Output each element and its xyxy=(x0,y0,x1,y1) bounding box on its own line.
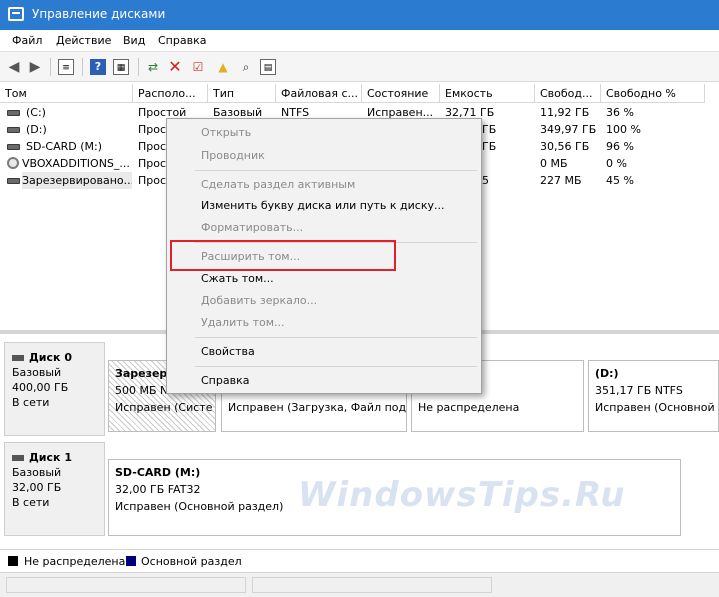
check-icon[interactable]: ☑ xyxy=(190,59,206,75)
watermark: WindowsTips.Ru xyxy=(298,475,626,515)
highlight-box xyxy=(170,240,396,271)
disk-0-header[interactable]: Диск 0 Базовый 400,00 ГБ В сети xyxy=(4,342,105,436)
table-cell-free-percent: 0 % xyxy=(606,157,627,170)
table-cell-free-percent: 96 % xyxy=(606,140,634,153)
table-cell-capacity: ГБ xyxy=(482,123,497,136)
connect-icon[interactable]: ⇄ xyxy=(145,59,161,75)
table-cell-capacity: 5 xyxy=(482,174,489,187)
table-cell-layout: Просто xyxy=(138,157,166,170)
partition-d[interactable]: (D:) 351,17 ГБ NTFS Исправен (Основной р xyxy=(588,360,719,432)
legend-swatch-unallocated xyxy=(8,556,18,566)
status-cell xyxy=(252,577,492,593)
table-cell-free: 11,92 ГБ xyxy=(540,106,590,119)
table-row-volume[interactable]: (C:) xyxy=(26,104,131,121)
table-cell-free-percent: 100 % xyxy=(606,123,641,136)
list-view-icon[interactable]: ≡ xyxy=(58,59,74,75)
partition-status: Не распределена xyxy=(418,401,520,414)
table-cell-layout: Просто xyxy=(138,123,166,136)
column-header-free[interactable]: Свобод... xyxy=(535,84,601,103)
ctx-delete-volume[interactable]: Удалить том... xyxy=(201,316,285,329)
disk-name: Диск 1 xyxy=(29,451,72,464)
disk-management-icon xyxy=(8,7,24,21)
partition-title: (D:) xyxy=(595,367,619,380)
table-cell-capacity: ГБ xyxy=(482,140,497,153)
table-cell-free-percent: 36 % xyxy=(606,106,634,119)
ctx-explorer[interactable]: Проводник xyxy=(201,149,265,162)
help-icon[interactable]: ? xyxy=(90,59,106,75)
delete-icon[interactable]: ✕ xyxy=(167,59,183,75)
column-header-filesystem[interactable]: Файловая с... xyxy=(276,84,362,103)
menu-action[interactable]: Действие xyxy=(56,34,111,47)
disk-size: 32,00 ГБ xyxy=(12,481,62,494)
ctx-mark-active[interactable]: Сделать раздел активным xyxy=(201,178,355,191)
partition-status: Исправен (Основной р xyxy=(595,401,719,414)
drive-icon xyxy=(7,144,20,150)
table-cell-layout: Просто xyxy=(138,140,166,153)
disk-state: В сети xyxy=(12,396,50,409)
table-cell-free: 30,56 ГБ xyxy=(540,140,590,153)
window-title: Управление дисками xyxy=(32,7,166,21)
ctx-format[interactable]: Форматировать... xyxy=(201,221,303,234)
table-row-volume[interactable]: SD-CARD (M:) xyxy=(26,138,131,155)
properties-icon[interactable]: ▦ xyxy=(113,59,129,75)
column-header-capacity[interactable]: Емкость xyxy=(440,84,535,103)
disk-1-header[interactable]: Диск 1 Базовый 32,00 ГБ В сети xyxy=(4,442,105,536)
disk-icon xyxy=(12,355,24,361)
drive-icon xyxy=(7,178,20,184)
cd-drive-icon xyxy=(7,157,19,169)
forward-arrow-icon[interactable]: ▶ xyxy=(27,59,43,75)
partition-size: 351,17 ГБ NTFS xyxy=(595,384,683,397)
table-row-volume[interactable]: Зарезервировано... xyxy=(22,172,132,189)
menu-bar: Файл Действие Вид Справка xyxy=(0,30,719,52)
back-arrow-icon[interactable]: ◀ xyxy=(6,59,22,75)
ctx-add-mirror[interactable]: Добавить зеркало... xyxy=(201,294,317,307)
table-cell-layout: Просто xyxy=(138,174,166,187)
search-icon[interactable]: ⌕ xyxy=(238,59,254,75)
table-row-volume[interactable]: (D:) xyxy=(26,121,131,138)
legend-label-primary: Основной раздел xyxy=(141,555,242,568)
disk-type: Базовый xyxy=(12,366,62,379)
disk-icon xyxy=(12,455,24,461)
drive-icon xyxy=(7,127,20,133)
ctx-help[interactable]: Справка xyxy=(201,374,249,387)
table-cell-free-percent: 45 % xyxy=(606,174,634,187)
disk-size: 400,00 ГБ xyxy=(12,381,69,394)
title-bar: Управление дисками xyxy=(0,0,719,30)
column-header-layout[interactable]: Располо... xyxy=(133,84,208,103)
drive-icon xyxy=(7,110,20,116)
disk-state: В сети xyxy=(12,496,50,509)
column-header-free-percent[interactable]: Свободно % xyxy=(601,84,705,103)
ctx-change-letter[interactable]: Изменить букву диска или путь к диску... xyxy=(201,199,444,212)
ctx-properties[interactable]: Свойства xyxy=(201,345,255,358)
ctx-open[interactable]: Открыть xyxy=(201,126,251,139)
menu-file[interactable]: Файл xyxy=(12,34,42,47)
menu-help[interactable]: Справка xyxy=(158,34,206,47)
table-cell-free: 0 МБ xyxy=(540,157,568,170)
legend-label-unallocated: Не распределена xyxy=(24,555,126,568)
table-row-volume[interactable]: VBOXADDITIONS_... xyxy=(22,155,132,172)
refresh-icon[interactable]: ▲ xyxy=(215,59,231,75)
legend-swatch-primary xyxy=(126,556,136,566)
status-bar xyxy=(0,572,719,597)
column-header-type[interactable]: Тип xyxy=(208,84,276,103)
toolbar: ◀ ▶ ≡ ? ▦ ⇄ ✕ ☑ ▲ ⌕ ▤ xyxy=(0,52,719,82)
menu-view[interactable]: Вид xyxy=(123,34,145,47)
ctx-shrink-volume[interactable]: Сжать том... xyxy=(201,272,274,285)
window-icon[interactable]: ▤ xyxy=(260,59,276,75)
column-header-status[interactable]: Состояние xyxy=(362,84,440,103)
table-cell-free: 227 МБ xyxy=(540,174,582,187)
legend: Не распределена Основной раздел xyxy=(0,549,719,571)
table-cell-free: 349,97 ГБ xyxy=(540,123,597,136)
partition-status: Исправен (Систе xyxy=(115,401,213,414)
disk-name: Диск 0 xyxy=(29,351,72,364)
column-header-volume[interactable]: Том xyxy=(0,84,133,103)
disk-type: Базовый xyxy=(12,466,62,479)
status-cell xyxy=(6,577,246,593)
partition-status: Исправен (Загрузка, Файл подк xyxy=(228,401,407,414)
